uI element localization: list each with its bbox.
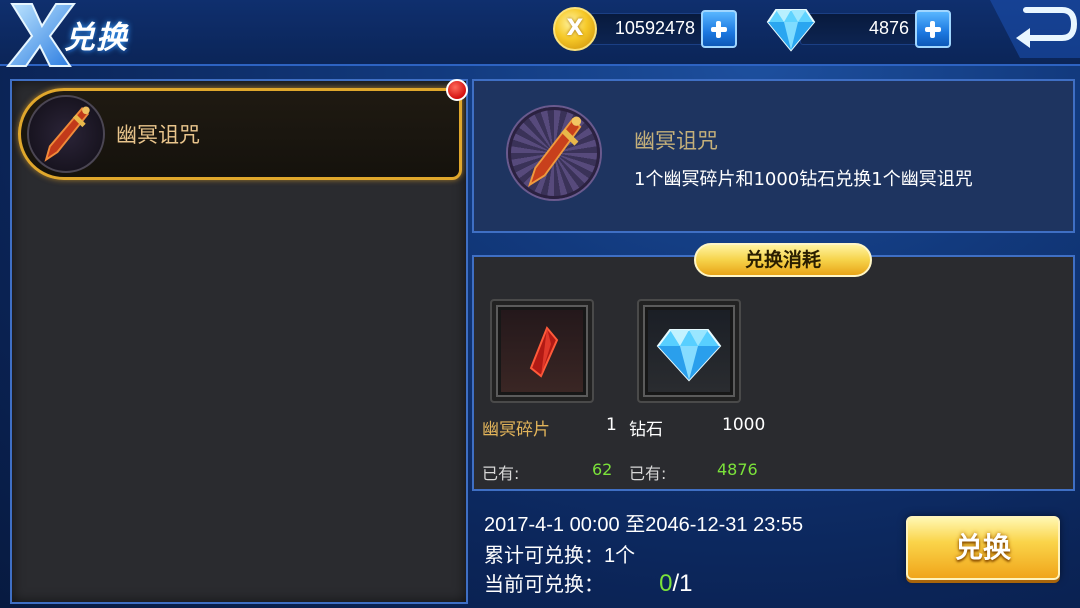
item-detail-panel: 幽冥诅咒 1个幽冥碎片和1000钻石兑换1个幽冥诅咒 (472, 79, 1075, 233)
current-max: /1 (672, 570, 693, 597)
cost-slot-diamond[interactable] (637, 299, 741, 403)
exchange-period: 2017-4-1 00:00 至2046-12-31 23:55 (484, 514, 804, 536)
item-list-panel: 幽冥诅咒 (10, 79, 468, 604)
diamond-amount: 4876 (868, 18, 909, 38)
current-exchangeable: 当前可兑换： 0/1 (484, 568, 693, 598)
detail-item-name: 幽冥诅咒 (634, 129, 718, 153)
gold-amount: 10592478 (614, 18, 695, 38)
add-diamond-button[interactable] (915, 10, 951, 48)
notification-dot (446, 79, 468, 101)
cost-item-required: 1 (606, 415, 617, 435)
owned-amount: 4876 (717, 460, 758, 479)
gold-display: 10592478 (590, 10, 737, 48)
owned-label: 已有: (629, 464, 667, 483)
owned-amount: 62 (592, 460, 613, 479)
top-bar: 兑换 10592478 X 4876 (0, 0, 1080, 67)
cost-item-name: 钻石 (629, 420, 663, 440)
page-title: 兑换 (64, 20, 128, 56)
add-gold-button[interactable] (701, 10, 737, 48)
owned-label: 已有: (482, 464, 520, 483)
red-crystal-shard-icon (529, 326, 559, 378)
list-item-youming-curse[interactable]: 幽冥诅咒 (18, 88, 462, 180)
current-exchangeable-label: 当前可兑换： (484, 574, 604, 596)
cursed-dagger-icon (508, 107, 600, 199)
total-exchangeable: 累计可兑换：1个 (484, 545, 636, 567)
cost-item-required: 1000 (722, 415, 766, 435)
diamond-display: 4876 (800, 10, 951, 48)
exchange-cost-panel: 兑换消耗 幽冥碎片 1 已有: 62 钻石 1000 已有: 4876 (472, 243, 1075, 491)
cost-section-title: 兑换消耗 (694, 243, 872, 277)
detail-item-description: 1个幽冥碎片和1000钻石兑换1个幽冥诅咒 (634, 169, 973, 190)
diamond-icon (656, 329, 722, 382)
exchange-button[interactable]: 兑换 (906, 516, 1060, 580)
cost-item-name: 幽冥碎片 (482, 420, 550, 440)
diamond-icon (766, 9, 816, 52)
gold-coin-icon: X (553, 7, 597, 51)
cursed-dagger-icon (27, 95, 105, 173)
back-button[interactable] (990, 0, 1080, 58)
current-count: 0 (659, 570, 673, 597)
list-item-name: 幽冥诅咒 (116, 123, 200, 147)
cost-slot-shard[interactable] (490, 299, 594, 403)
